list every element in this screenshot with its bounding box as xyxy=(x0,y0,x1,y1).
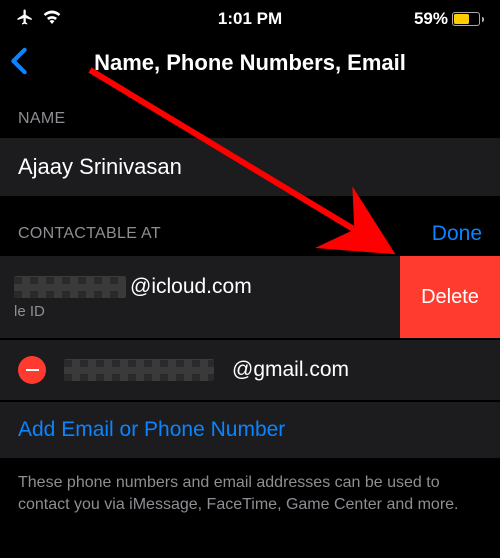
email-suffix: @icloud.com xyxy=(130,275,252,299)
battery-percent: 59% xyxy=(414,9,448,29)
delete-button[interactable]: Delete xyxy=(400,256,500,338)
status-left xyxy=(16,8,62,31)
footer-description: These phone numbers and email addresses … xyxy=(0,458,500,531)
status-right: 59% xyxy=(414,9,484,29)
contact-item-icloud[interactable]: @icloud.com le ID Delete xyxy=(0,256,500,338)
redacted-email-prefix xyxy=(14,276,126,298)
back-icon[interactable] xyxy=(10,47,28,80)
add-contact-button[interactable]: Add Email or Phone Number xyxy=(0,402,500,458)
status-bar: 1:01 PM 59% xyxy=(0,0,500,38)
battery-icon xyxy=(452,12,484,26)
page-title: Name, Phone Numbers, Email xyxy=(94,50,406,76)
section-header-name: NAME xyxy=(0,88,500,138)
navigation-bar: Name, Phone Numbers, Email xyxy=(0,38,500,88)
redacted-email-prefix xyxy=(64,359,214,381)
contact-item-gmail[interactable]: @gmail.com xyxy=(0,340,500,400)
done-button[interactable]: Done xyxy=(432,222,482,246)
apple-id-subtitle: le ID xyxy=(14,303,252,320)
name-field[interactable]: Ajaay Srinivasan xyxy=(0,138,500,196)
status-time: 1:01 PM xyxy=(218,9,282,29)
remove-icon[interactable] xyxy=(18,356,46,384)
contactable-label: CONTACTABLE AT xyxy=(18,225,161,243)
airplane-mode-icon xyxy=(16,8,34,31)
email-suffix: @gmail.com xyxy=(232,358,349,382)
section-header-contactable: CONTACTABLE AT Done xyxy=(0,196,500,256)
wifi-icon xyxy=(42,9,62,29)
